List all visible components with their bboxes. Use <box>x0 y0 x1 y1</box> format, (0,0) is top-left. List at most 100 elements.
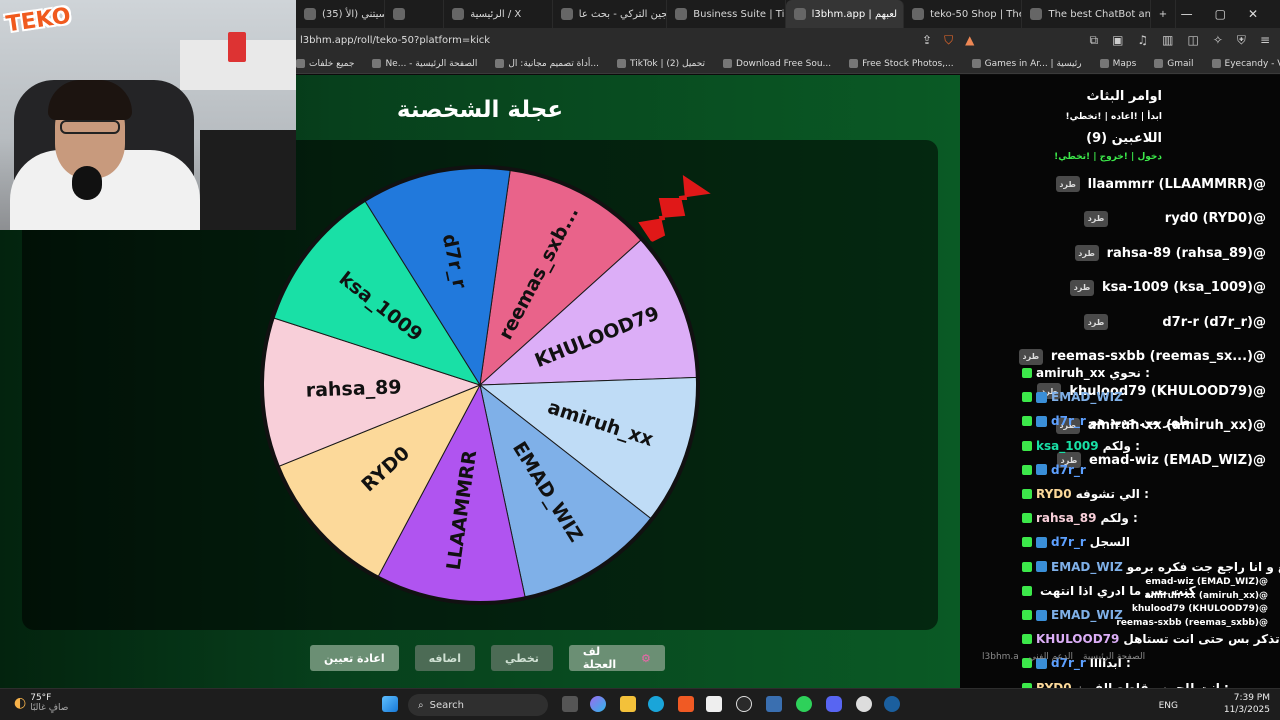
player-name: rahsa-89 (rahsa_89)@ <box>1106 245 1266 261</box>
bookmark-icon <box>849 59 859 68</box>
commands-list: !ابدأ | !اعاده | !تخطي <box>1065 112 1162 122</box>
browser-tab[interactable]: l3bhm.app | لعبهم✕ <box>785 0 905 28</box>
bookmark-item[interactable]: Free Stock Photos,... <box>849 59 954 69</box>
chat-message: ksa_1009 ولكم : <box>1022 439 1140 453</box>
copilot-icon[interactable] <box>590 696 606 712</box>
menu-icon[interactable]: ≡ <box>1260 33 1270 48</box>
youtube-icon <box>304 8 316 20</box>
address-actions: ⇪ ⛉ ▲ <box>922 33 974 48</box>
footer-link-3[interactable]: الصفحة الرئيسية <box>1083 652 1145 662</box>
bookmark-item[interactable]: Gmail <box>1154 59 1194 69</box>
x-icon <box>452 8 465 20</box>
window-controls: — ▢ ✕ <box>1181 0 1280 28</box>
new-tab-icon[interactable]: + <box>1151 0 1176 28</box>
bookmark-item[interactable]: TikTok | تحميل (2) <box>617 59 705 69</box>
brave-shield-icon[interactable]: ⛉ <box>944 33 953 48</box>
weather-widget[interactable]: ◐ 75°F صافٍ غالبًا <box>14 693 68 713</box>
footer-links: l3bhm.a الدعم الفني الصفحة الرئيسية <box>982 652 1145 662</box>
extensions-icon[interactable]: ⧉ <box>1089 33 1098 48</box>
kick-logo-icon <box>1022 513 1032 524</box>
chat-message: d7r_r ظهر من جديد هو : <box>1022 414 1199 428</box>
tab-label: فلم سجين التركي - بحث عا... <box>578 8 668 20</box>
chat-message: d7r_r السجل <box>1022 535 1130 549</box>
kick-button[interactable]: طرد <box>1074 245 1099 261</box>
badge-icon <box>1036 561 1047 573</box>
share-icon[interactable]: ⇪ <box>922 33 932 48</box>
bookmark-item[interactable]: Maps <box>1099 58 1137 69</box>
kick-button[interactable]: طرد <box>1055 176 1080 192</box>
app-icon[interactable] <box>766 696 782 712</box>
kick-button[interactable]: طرد <box>1018 348 1043 365</box>
steam-icon[interactable] <box>884 696 900 712</box>
chat-username: amiruh_xx <box>1036 366 1106 380</box>
bookmark-icon <box>723 59 733 68</box>
language-indicator[interactable]: ENG <box>1159 700 1178 712</box>
brave-rewards-icon[interactable]: ▲ <box>965 33 974 48</box>
player-row: طرد rahsa-89 (rahsa_89)@ <box>1074 244 1266 262</box>
file-explorer-icon[interactable] <box>620 696 636 712</box>
bookmark-item[interactable]: جميع خلفات <box>296 59 354 69</box>
shop-icon <box>912 8 925 20</box>
browser-tab[interactable]: (35) عايض - نسيتني (الأ <box>296 0 385 28</box>
footer-link-2[interactable]: الدعم الفني <box>1029 652 1073 662</box>
bookmark-item[interactable]: Eyecandy - Visual Te... <box>1211 59 1280 69</box>
add-button[interactable]: اضافه <box>414 645 476 671</box>
whatsapp-icon[interactable] <box>796 696 812 712</box>
skip-button[interactable]: تخطي <box>491 645 553 671</box>
screenshot-icon[interactable]: ▣ <box>1112 33 1123 48</box>
bookmark-item[interactable]: Games in Ar... | رئيسية <box>971 59 1082 69</box>
bookmark-item[interactable]: Download Free Sou... <box>723 59 831 69</box>
url-field[interactable]: l3bhm.app/roll/teko-50?platform=kick <box>300 35 490 46</box>
leo-icon[interactable]: ✧ <box>1213 33 1223 48</box>
join-notification: emad-wiz (EMAD_WIZ)@ <box>1145 577 1268 587</box>
bookmark-item[interactable]: Ne... - الصفحة الرئيسية <box>372 59 477 69</box>
browser-tab[interactable]: teko-50 Shop | The best C <box>904 0 1023 28</box>
chat-text: ولكم : <box>1100 511 1138 526</box>
spin-button[interactable]: لف العجلة ⚙ <box>568 645 665 671</box>
edge-icon[interactable] <box>648 696 664 712</box>
badge-icon <box>1036 609 1047 621</box>
obs-icon[interactable] <box>736 696 752 712</box>
bookmark-item[interactable]: أداة تصميم مجانية: ال... <box>495 59 599 69</box>
player-row: طرد ryd0 (RYD0)@ <box>1084 210 1266 228</box>
clock-time[interactable]: 7:39 PM <box>1224 692 1270 704</box>
browser-tab[interactable]: The best ChatBot and Wid <box>1022 0 1151 28</box>
tiktok-icon <box>675 8 688 20</box>
kick-button[interactable]: طرد <box>1070 279 1095 296</box>
chat-message: amiruh_xx نحوي : <box>1022 366 1150 380</box>
reset-button[interactable]: اعادة تعيين <box>310 645 399 671</box>
webcam-overlay: TEKO <box>0 0 296 230</box>
browser-tab[interactable]: الرئيسية / X <box>444 0 553 28</box>
sidebar-icon[interactable]: ▥ <box>1162 33 1173 48</box>
bookmark-label: Maps <box>1112 58 1137 69</box>
tab-strip: (35) عايض - نسيتني (الأ الرئيسية / X فلم س… <box>296 0 1176 28</box>
minimize-icon[interactable]: — <box>1181 7 1193 21</box>
brave-icon[interactable] <box>678 696 694 712</box>
close-icon[interactable]: ✕ <box>1248 7 1258 21</box>
wallet-icon[interactable]: ◫ <box>1188 33 1199 48</box>
bookmark-label: جميع خلفات <box>309 58 355 69</box>
discord-icon[interactable] <box>826 696 842 712</box>
chat-username: d7r_r <box>1051 414 1086 429</box>
chat-text: السجل <box>1089 535 1130 550</box>
taskbar-search[interactable]: ⌕ Search <box>408 694 548 716</box>
task-view-icon[interactable] <box>562 696 578 712</box>
browser-tab[interactable]: فلم سجين التركي - بحث عا... <box>553 0 668 28</box>
kick-button[interactable]: طرد <box>1084 210 1108 227</box>
maximize-icon[interactable]: ▢ <box>1215 7 1226 21</box>
browser-tab[interactable]: Business Suite | TikTok <box>667 0 786 28</box>
windows-start-icon[interactable] <box>382 696 398 712</box>
clock-date[interactable]: 11/3/2025 <box>1224 704 1270 716</box>
chatgpt-icon[interactable] <box>856 696 872 712</box>
tab-label: teko-50 Shop | The best C <box>930 8 1021 20</box>
chat-username: EMAD_WIZ <box>1051 559 1123 574</box>
taskbar: ◐ 75°F صافٍ غالبًا ⌕ Search ENG 7:39 PM … <box>0 688 1280 720</box>
footer-link-1[interactable]: l3bhm.a <box>982 652 1019 662</box>
vpn-icon[interactable]: ⛨ <box>1237 33 1246 48</box>
kick-button[interactable]: طرد <box>1084 314 1108 330</box>
join-notification: khulood79 (KHULOOD79)@ <box>1131 604 1268 614</box>
chat-text: ولكم : <box>1102 438 1140 453</box>
browser-tab[interactable] <box>385 0 445 28</box>
media-icon[interactable]: ♫ <box>1137 33 1148 48</box>
notepad-icon[interactable] <box>706 696 722 712</box>
